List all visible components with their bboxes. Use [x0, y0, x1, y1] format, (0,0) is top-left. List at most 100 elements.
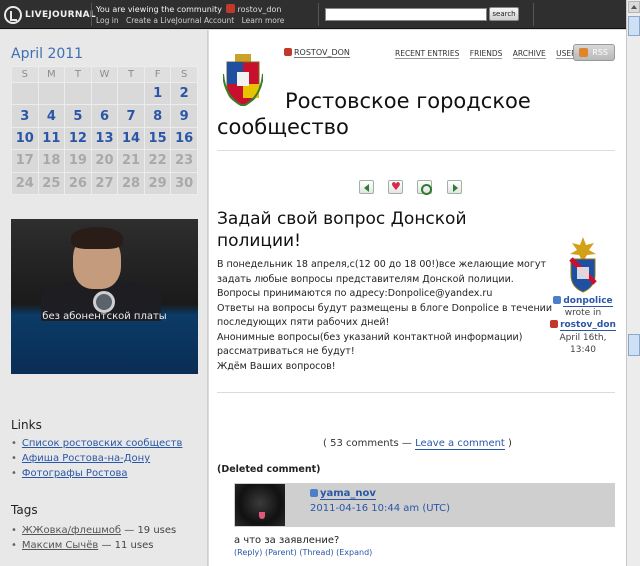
police-emblem-icon[interactable]	[567, 235, 599, 293]
weekday-label: W	[90, 66, 119, 83]
calendar-day-empty	[90, 81, 119, 106]
calendar-day-link[interactable]: 15	[143, 126, 172, 151]
calendar-day-empty	[64, 81, 92, 106]
user-icon	[310, 489, 318, 497]
list-item: Фотографы Ростова	[11, 466, 182, 481]
calendar-day-empty	[117, 81, 145, 106]
learn-more-link[interactable]: Learn more	[242, 16, 285, 25]
calendar-title[interactable]: April 2011	[11, 46, 83, 62]
scrollbar-thumb[interactable]	[628, 334, 640, 356]
logo-text: LIVEJOURNAL	[25, 10, 96, 20]
calendar-day-link[interactable]: 10	[11, 126, 39, 151]
livejournal-logo[interactable]: LIVEJOURNAL	[4, 5, 96, 25]
community-icon	[284, 48, 292, 56]
calendar-day-link[interactable]: 3	[11, 104, 39, 128]
community-username[interactable]: ROSTOV_DON	[294, 48, 350, 58]
share-button[interactable]	[417, 180, 432, 195]
post-line: последующих пяти рабочих дней!	[217, 317, 390, 328]
parent-link[interactable]: (Parent)	[265, 548, 297, 557]
post-body: В понедельник 18 апреля,с(12 00 до 18 00…	[217, 258, 553, 374]
expand-link[interactable]: (Expand)	[336, 548, 372, 557]
magnifying-glass-icon	[93, 291, 115, 313]
nav-archive[interactable]: ARCHIVE	[512, 49, 546, 59]
nav-friends[interactable]: FRIENDS	[469, 49, 503, 59]
wrote-in-text: wrote in	[564, 308, 602, 318]
weekday-label: F	[143, 66, 172, 83]
calendar-day: 20	[90, 149, 119, 173]
thread-link[interactable]: (Thread)	[299, 548, 333, 557]
post-line: Ответы на вопросы будут размещены в блог…	[217, 302, 553, 314]
link-rostov-poster[interactable]: Афиша Ростова-на-Дону	[22, 453, 150, 464]
calendar-day-link[interactable]: 14	[117, 126, 145, 151]
calendar-day: 18	[37, 149, 66, 173]
login-link[interactable]: Log in	[96, 16, 119, 25]
community-userhead[interactable]: ROSTOV_DON	[284, 48, 350, 58]
comment-date[interactable]: 2011-04-16 10:44 am (UTC)	[310, 503, 450, 514]
calendar-day: 23	[170, 149, 198, 173]
calendar-day: 27	[90, 171, 119, 195]
calendar-day: 29	[143, 171, 172, 195]
tags-heading: Tags	[11, 503, 38, 517]
rss-button[interactable]: RSS	[573, 44, 615, 61]
calendar-day-link[interactable]: 12	[64, 126, 92, 151]
add-to-memories-button[interactable]	[388, 180, 403, 194]
page-title: Ростовское городское сообщество	[217, 88, 567, 140]
avatar-detail	[259, 512, 265, 519]
advertisement-banner[interactable]: без абонентской платы	[11, 219, 198, 374]
link-rostov-photographers[interactable]: Фотографы Ростова	[22, 468, 128, 479]
comment-username[interactable]: yama_nov	[310, 488, 376, 500]
next-entry-button[interactable]	[447, 180, 462, 194]
calendar-day-link[interactable]: 5	[64, 104, 92, 128]
post-line: Ждём Ваших вопросов!	[217, 360, 336, 372]
scroll-up-arrow-icon[interactable]	[628, 1, 640, 13]
calendar-day-link[interactable]: 7	[117, 104, 145, 128]
calendar-day-link[interactable]: 11	[37, 126, 66, 151]
comment-count[interactable]: ( 53 comments —	[323, 438, 412, 449]
tag-link[interactable]: Максим Сычёв	[22, 540, 98, 551]
calendar-day-link[interactable]: 1	[143, 81, 172, 106]
list-item: Афиша Ростова-на-Дону	[11, 451, 182, 466]
list-item: ЖЖовка/флешмоб — 19 uses	[11, 523, 176, 538]
nav-recent-entries[interactable]: RECENT ENTRIES	[395, 49, 460, 59]
search-input[interactable]	[325, 8, 487, 21]
community-link[interactable]: rostov_don	[237, 5, 281, 14]
comments-summary: ( 53 comments — Leave a comment )	[209, 438, 626, 450]
author-username[interactable]: donpolice	[547, 295, 619, 307]
calendar-day-link[interactable]: 9	[170, 104, 198, 128]
reply-link[interactable]: (Reply)	[234, 548, 262, 557]
post-line: рассматриваться не будут!	[217, 346, 355, 357]
post-line: Анонимные вопросы(без указаний контактно…	[217, 331, 523, 343]
scrollbar-segment[interactable]	[628, 16, 640, 36]
paren: )	[508, 438, 512, 449]
divider	[91, 3, 92, 26]
leave-comment-link[interactable]: Leave a comment	[415, 438, 505, 450]
vertical-scrollbar[interactable]	[626, 0, 640, 566]
post-title[interactable]: Задай свой вопрос Донской полиции!	[217, 208, 517, 252]
comment-header: yama_nov 2011-04-16 10:44 am (UTC)	[234, 483, 615, 527]
calendar-day-link[interactable]: 4	[37, 104, 66, 128]
divider	[533, 3, 534, 26]
post-line: Вопросы принимаются по адресу:Donpolice@…	[217, 288, 493, 299]
calendar-day-empty	[37, 81, 66, 106]
calendar-day-link[interactable]: 8	[143, 104, 172, 128]
link-rostov-communities[interactable]: Список ростовских сообществ	[22, 438, 182, 449]
calendar-day-link[interactable]: 16	[170, 126, 198, 151]
list-item: Список ростовских сообществ	[11, 436, 182, 451]
tag-link[interactable]: ЖЖовка/флешмоб	[22, 525, 121, 536]
post-line: задать любые вопросы представителям Донс…	[217, 273, 514, 285]
previous-entry-button[interactable]	[359, 180, 374, 194]
calendar-day-link[interactable]: 6	[90, 104, 119, 128]
calendar-day-link[interactable]: 2	[170, 81, 198, 106]
links-list: Список ростовских сообществ Афиша Ростов…	[11, 436, 182, 481]
post-community[interactable]: rostov_don	[547, 319, 619, 331]
post-date[interactable]: April 16th, 13:40	[547, 332, 619, 356]
user-icon	[553, 296, 562, 304]
search-button[interactable]: search	[489, 7, 519, 21]
community-icon	[550, 320, 559, 328]
create-account-link[interactable]: Create a LiveJournal Account	[126, 16, 234, 25]
viewing-text: You are viewing the community	[96, 5, 222, 14]
avatar[interactable]	[235, 484, 285, 526]
tags-list: ЖЖовка/флешмоб — 19 uses Максим Сычёв — …	[11, 523, 176, 553]
calendar-day-link[interactable]: 13	[90, 126, 119, 151]
post-line: В понедельник 18 апреля,с(12 00 до 18 00…	[217, 259, 547, 270]
